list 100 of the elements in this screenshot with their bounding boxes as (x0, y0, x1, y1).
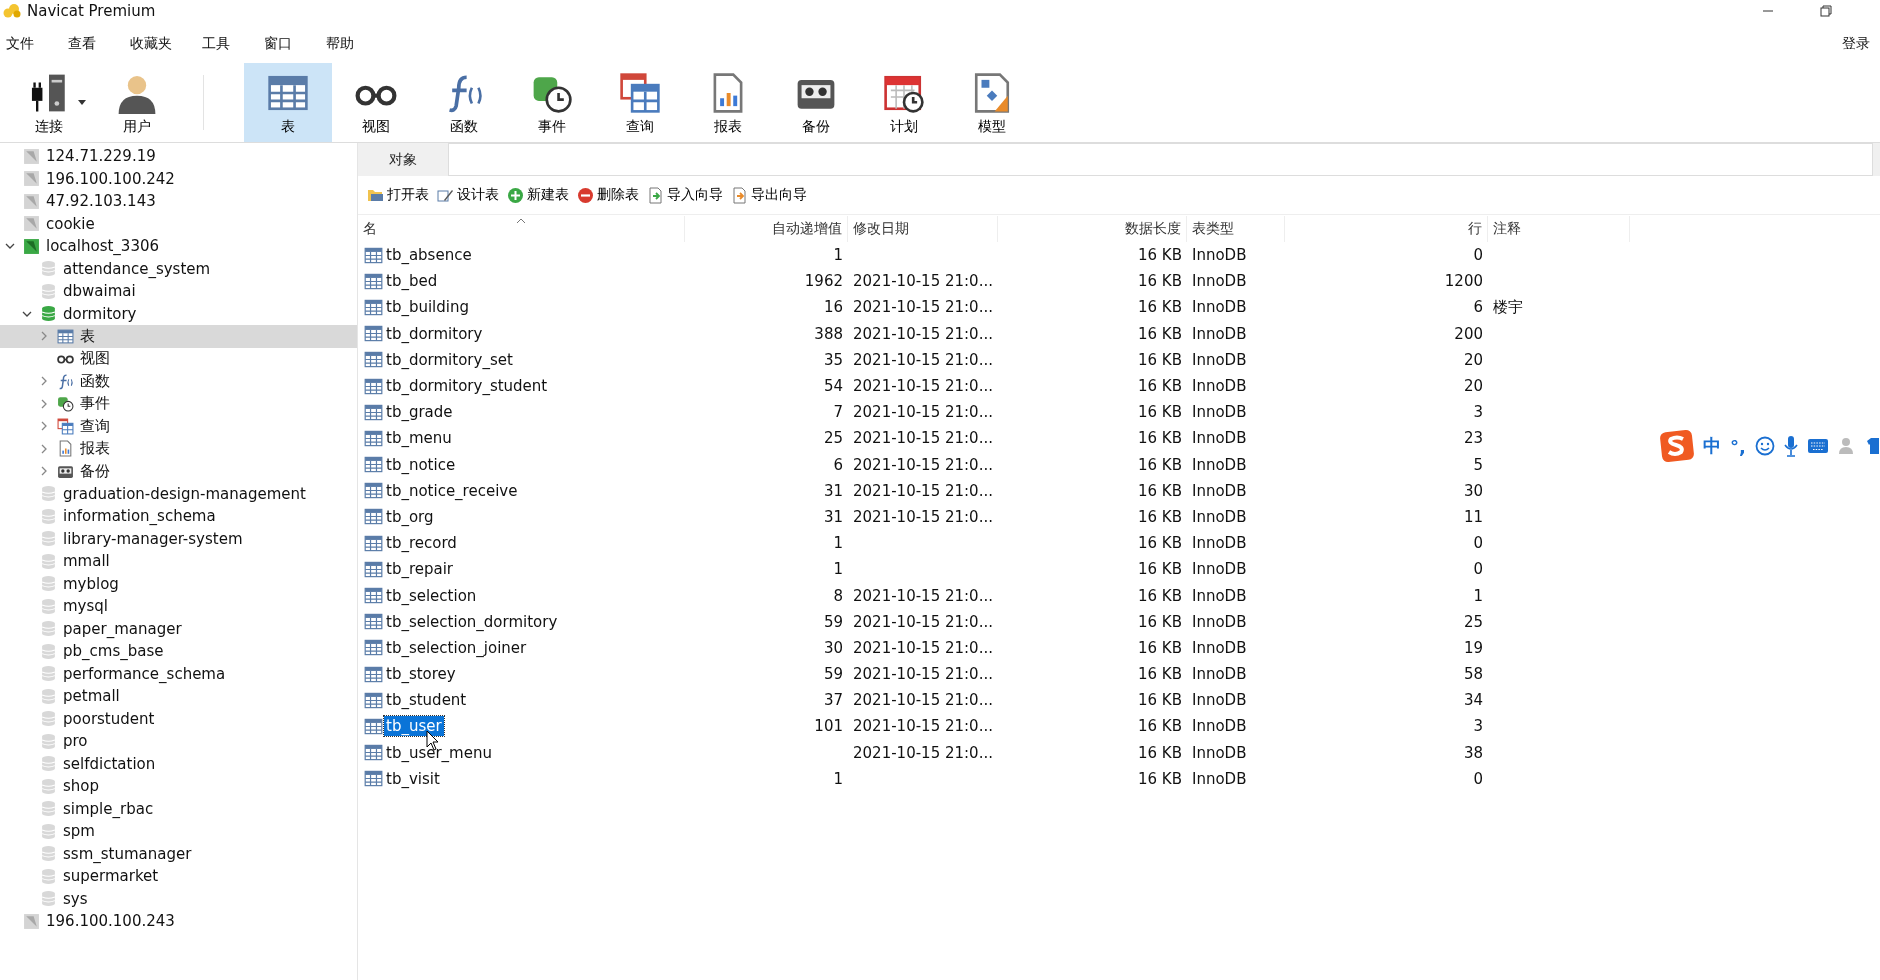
action-button[interactable]: 导入向导 (644, 184, 726, 206)
ime-mode-toggle[interactable]: °, (1730, 435, 1746, 457)
tree-item[interactable]: mmall (0, 550, 357, 573)
table-name[interactable]: tb_notice (384, 454, 458, 475)
smiley-icon[interactable] (1754, 436, 1775, 456)
keyboard-icon[interactable] (1806, 438, 1829, 454)
toolbar-button[interactable]: 视图 (332, 63, 420, 142)
toolbar-button[interactable]: 备份 (772, 63, 860, 142)
table-name[interactable]: tb_selection_dormitory (384, 611, 560, 632)
tree-item[interactable]: 124.71.229.19 (0, 145, 357, 168)
tree-item[interactable]: 196.100.100.243 (0, 910, 357, 933)
table-name[interactable]: tb_building (384, 297, 471, 318)
table-name[interactable]: tb_repair (384, 559, 456, 580)
tree-item[interactable]: library-manager-system (0, 527, 357, 550)
tree-item[interactable]: dbwaimai (0, 280, 357, 303)
table-icon (364, 428, 383, 448)
toolbar-button[interactable]: 用户 (93, 63, 181, 142)
table-name[interactable]: tb_dormitory_student (384, 376, 550, 397)
toolbar-button[interactable]: 模型 (948, 63, 1036, 142)
toolbar-button[interactable]: 事件 (508, 63, 596, 142)
table-name[interactable]: tb_record (384, 533, 459, 554)
table-name[interactable]: tb_notice_receive (384, 480, 520, 501)
menu-item[interactable]: 文件 (6, 35, 34, 53)
tree-item[interactable]: information_schema (0, 505, 357, 528)
tree-item[interactable]: mysql (0, 595, 357, 618)
toolbar-button[interactable]: 查询 (596, 63, 684, 142)
column-header[interactable]: 自动递增值 (685, 216, 848, 242)
action-button[interactable]: 删除表 (574, 184, 642, 206)
toolbar-button[interactable]: 报表 (684, 63, 772, 142)
tree-item[interactable]: spm (0, 820, 357, 843)
tree-item[interactable]: pb_cms_base (0, 640, 357, 663)
tree-item[interactable]: dormitory (0, 302, 357, 325)
toolbar-button[interactable]: 计划 (860, 63, 948, 142)
table-name[interactable]: tb_dormitory_set (384, 349, 515, 370)
tree-item[interactable]: 视图 (0, 347, 357, 370)
tree-item[interactable]: ssm_stumanager (0, 842, 357, 865)
table-name[interactable]: tb_user (384, 716, 444, 737)
tree-item[interactable]: 事件 (0, 392, 357, 415)
tree-item[interactable]: shop (0, 775, 357, 798)
table-name[interactable]: tb_student (384, 690, 469, 711)
tree-item[interactable]: localhost_3306 (0, 235, 357, 258)
tree-item[interactable]: 备份 (0, 460, 357, 483)
login-link[interactable]: 登录 (1842, 35, 1874, 53)
tree-item[interactable]: 报表 (0, 437, 357, 460)
table-name[interactable]: tb_storey (384, 664, 458, 685)
action-button[interactable]: 打开表 (364, 184, 432, 206)
menu-item[interactable]: 帮助 (326, 35, 354, 53)
table-name[interactable]: tb_user_menu (384, 742, 494, 763)
action-button[interactable]: 导出向导 (728, 184, 810, 206)
table-name[interactable]: tb_selection_joiner (384, 637, 529, 658)
column-header[interactable]: 数据长度 (998, 216, 1187, 242)
tree-item[interactable]: selfdictation (0, 752, 357, 775)
table-name[interactable]: tb_menu (384, 428, 454, 449)
tree-item[interactable]: 47.92.103.143 (0, 190, 357, 213)
tree-item[interactable]: graduation-design-management (0, 482, 357, 505)
toolbar-button[interactable]: 函数 (420, 63, 508, 142)
microphone-icon[interactable] (1783, 435, 1798, 457)
column-header[interactable]: 修改日期 (848, 216, 998, 242)
table-name[interactable]: tb_grade (384, 402, 455, 423)
tree-item[interactable]: 查询 (0, 415, 357, 438)
tree-item[interactable]: performance_schema (0, 662, 357, 685)
column-header[interactable]: 行 (1285, 216, 1488, 242)
menu-item[interactable]: 收藏夹 (130, 35, 172, 53)
table-cell: 2021-10-15 21:0... (853, 612, 993, 631)
toolbar-button[interactable]: 表 (244, 63, 332, 142)
toolbar-button[interactable]: 连接 (5, 63, 93, 142)
restore-icon[interactable] (1820, 5, 1832, 17)
table-name[interactable]: tb_absence (384, 245, 474, 266)
table-cell: 16 KB (1138, 717, 1182, 736)
tree-item[interactable]: poorstudent (0, 707, 357, 730)
database-icon (40, 687, 57, 705)
tree-item[interactable]: petmall (0, 685, 357, 708)
menu-item[interactable]: 工具 (202, 35, 230, 53)
table-name[interactable]: tb_selection (384, 585, 479, 606)
ime-logo-icon[interactable] (1660, 430, 1694, 462)
column-header[interactable]: 名 (358, 216, 685, 242)
tree-item[interactable]: myblog (0, 572, 357, 595)
tree-item[interactable]: 表 (0, 325, 357, 348)
tree-item[interactable]: sys (0, 887, 357, 910)
tree-item[interactable]: 函数 (0, 370, 357, 393)
tree-item[interactable]: simple_rbac (0, 797, 357, 820)
tree-item[interactable]: attendance_system (0, 257, 357, 280)
table-name[interactable]: tb_dormitory (384, 323, 485, 344)
table-name[interactable]: tb_org (384, 506, 436, 527)
tree-item[interactable]: cookie (0, 212, 357, 235)
action-button[interactable]: 设计表 (434, 184, 502, 206)
tree-item[interactable]: 196.100.100.242 (0, 167, 357, 190)
tree-item[interactable]: supermarket (0, 865, 357, 888)
table-cell: 16 KB (1138, 691, 1182, 710)
table-name[interactable]: tb_visit (384, 768, 442, 789)
table-name[interactable]: tb_bed (384, 271, 440, 292)
menu-item[interactable]: 查看 (68, 35, 96, 53)
shirt-icon[interactable] (1866, 436, 1879, 456)
tree-item[interactable]: paper_manager (0, 617, 357, 640)
tree-item[interactable]: pro (0, 730, 357, 753)
action-button[interactable]: 新建表 (504, 184, 572, 206)
menu-item[interactable]: 窗口 (264, 35, 292, 53)
column-header[interactable]: 表类型 (1187, 216, 1285, 242)
column-header[interactable]: 注释 (1488, 216, 1630, 242)
ime-mode-toggle[interactable]: 中 (1703, 434, 1721, 458)
